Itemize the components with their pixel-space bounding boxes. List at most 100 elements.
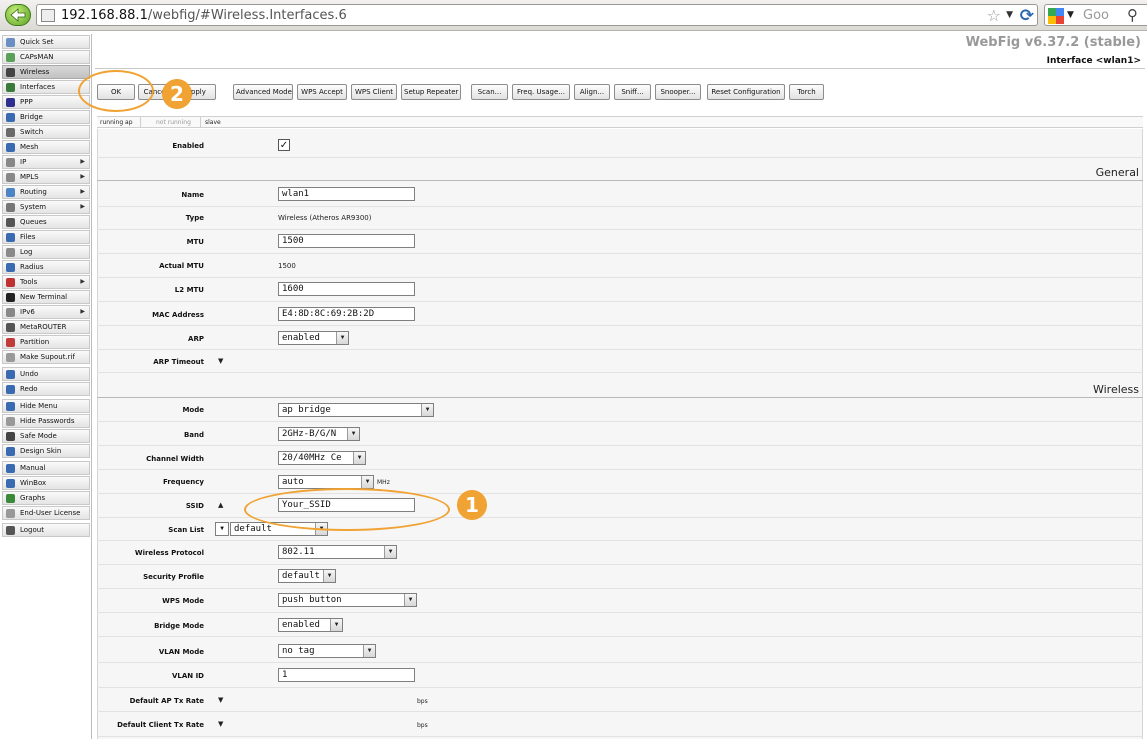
sidebar-item-label: IPv6 <box>20 308 35 316</box>
setup-repeater-button[interactable]: Setup Repeater <box>401 84 461 100</box>
sidebar-item-label: Switch <box>20 128 44 136</box>
scan-list-label: Scan List <box>168 526 204 534</box>
snooper-button[interactable]: Snooper... <box>655 84 701 100</box>
sidebar-item-system[interactable]: System ▶ <box>2 200 90 214</box>
freq-usage-button[interactable]: Freq. Usage... <box>512 84 570 100</box>
sidebar-item-log[interactable]: Log <box>2 245 90 259</box>
frequency-select[interactable]: auto ▼ <box>278 475 374 489</box>
mtu-input[interactable]: 1500 <box>278 234 415 248</box>
chevron-down-icon[interactable]: ▼ <box>323 570 335 582</box>
sidebar-item-files[interactable]: Files <box>2 230 90 244</box>
sidebar-item-mpls[interactable]: MPLS ▶ <box>2 170 90 184</box>
chevron-down-icon[interactable]: ▼ <box>421 404 433 416</box>
chevron-down-icon[interactable]: ▼ <box>220 525 224 532</box>
ssid-collapse-icon[interactable]: ▲ <box>218 501 223 509</box>
reload-icon[interactable]: ⟳ <box>1020 6 1034 26</box>
chevron-down-icon[interactable]: ▼ <box>353 452 365 464</box>
arp-timeout-expand-icon[interactable]: ▼ <box>218 357 223 365</box>
wps-client-button[interactable]: WPS Client <box>351 84 397 100</box>
sidebar-item-label: MPLS <box>20 173 39 181</box>
sidebar-item-bridge[interactable]: Bridge <box>2 110 90 124</box>
scan-list-mode-dropdown[interactable]: ▼ <box>215 522 229 536</box>
sniff-button[interactable]: Sniff... <box>614 84 651 100</box>
default-client-tx-rate-expand-icon[interactable]: ▼ <box>218 720 223 728</box>
sidebar-item-metarouter[interactable]: MetaROUTER <box>2 320 90 334</box>
sidebar-item-mesh[interactable]: Mesh <box>2 140 90 154</box>
sidebar-item-quick-set[interactable]: Quick Set <box>2 35 90 49</box>
sidebar-item-ipv6[interactable]: IPv6 ▶ <box>2 305 90 319</box>
sidebar-item-queues[interactable]: Queues <box>2 215 90 229</box>
sidebar-item-ip[interactable]: IP ▶ <box>2 155 90 169</box>
wps-accept-button[interactable]: WPS Accept <box>297 84 347 100</box>
sidebar-item-end-user-license[interactable]: End-User License <box>2 506 90 520</box>
sidebar-item-hide-passwords[interactable]: Hide Passwords <box>2 414 90 428</box>
sidebar-item-partition[interactable]: Partition <box>2 335 90 349</box>
arp-select[interactable]: enabled ▼ <box>278 331 349 345</box>
sidebar-item-radius[interactable]: Radius <box>2 260 90 274</box>
bookmark-star-icon[interactable]: ☆ <box>987 6 1001 25</box>
l2-mtu-input[interactable]: 1600 <box>278 282 415 296</box>
search-icon[interactable]: ⚲ <box>1127 6 1138 24</box>
chevron-down-icon[interactable]: ▼ <box>336 332 348 344</box>
sidebar-item-label: MetaROUTER <box>20 323 67 331</box>
band-select[interactable]: 2GHz-B/G/N ▼ <box>278 427 360 441</box>
mac-address-input[interactable]: E4:8D:8C:69:2B:2D <box>278 307 415 321</box>
search-engine-icon[interactable] <box>1048 8 1064 24</box>
mode-select[interactable]: ap bridge ▼ <box>278 403 434 417</box>
advanced-mode-button[interactable]: Advanced Mode <box>233 84 293 100</box>
sidebar-item-safe-mode[interactable]: Safe Mode <box>2 429 90 443</box>
search-bar[interactable]: ▼ Goo ⚲ <box>1044 4 1147 26</box>
back-button[interactable] <box>5 4 31 26</box>
sidebar-item-winbox[interactable]: WinBox <box>2 476 90 490</box>
sidebar-item-switch[interactable]: Switch <box>2 125 90 139</box>
sidebar-item-hide-menu[interactable]: Hide Menu <box>2 399 90 413</box>
wireless-protocol-label: Wireless Protocol <box>134 549 204 557</box>
sidebar-item-graphs[interactable]: Graphs <box>2 491 90 505</box>
chevron-down-icon[interactable]: ▼ <box>330 619 342 631</box>
sidebar-item-interfaces[interactable]: Interfaces <box>2 80 90 94</box>
sidebar-item-design-skin[interactable]: Design Skin <box>2 444 90 458</box>
chevron-down-icon[interactable]: ▼ <box>404 594 416 606</box>
default-ap-tx-rate-expand-icon[interactable]: ▼ <box>218 696 223 704</box>
reset-configuration-button[interactable]: Reset Configuration <box>707 84 785 100</box>
vlan-id-input[interactable]: 1 <box>278 668 415 682</box>
sidebar-item-tools[interactable]: Tools ▶ <box>2 275 90 289</box>
row-divider <box>97 349 1143 350</box>
chevron-down-icon[interactable]: ▼ <box>361 476 373 488</box>
bridge-mode-select[interactable]: enabled ▼ <box>278 618 343 632</box>
sidebar-item-logout[interactable]: Logout <box>2 523 90 537</box>
section-wireless-title: Wireless <box>1092 383 1139 396</box>
wps-mode-select[interactable]: push button ▼ <box>278 593 417 607</box>
align-button[interactable]: Align... <box>574 84 610 100</box>
sidebar-item-manual[interactable]: Manual <box>2 461 90 475</box>
sidebar-item-wireless[interactable]: Wireless <box>2 65 90 79</box>
name-input[interactable]: wlan1 <box>278 187 415 201</box>
sidebar-item-new-terminal[interactable]: New Terminal <box>2 290 90 304</box>
chevron-down-icon[interactable]: ▼ <box>363 645 375 657</box>
status-slave: slave <box>205 119 221 126</box>
sidebar-item-make-supout-rif[interactable]: Make Supout.rif <box>2 350 90 364</box>
row-divider <box>97 325 1143 326</box>
sidebar-item-routing[interactable]: Routing ▶ <box>2 185 90 199</box>
security-profile-select[interactable]: default ▼ <box>278 569 336 583</box>
sidebar-item-label: End-User License <box>20 509 81 517</box>
sidebar-item-undo[interactable]: Undo <box>2 367 90 381</box>
vlan-mode-select[interactable]: no tag ▼ <box>278 644 376 658</box>
chevron-down-icon[interactable]: ▼ <box>347 428 359 440</box>
search-engine-dropdown-icon[interactable]: ▼ <box>1067 10 1074 20</box>
sidebar-item-redo[interactable]: Redo <box>2 382 90 396</box>
sidebar-item-capsman[interactable]: CAPsMAN <box>2 50 90 64</box>
submenu-arrow-icon: ▶ <box>80 203 85 210</box>
wireless-protocol-select[interactable]: 802.11 ▼ <box>278 545 397 559</box>
frequency-select-value: auto <box>282 477 304 487</box>
address-bar[interactable]: 192.168.88.1/webfig/#Wireless.Interfaces… <box>36 4 1038 26</box>
submenu-arrow-icon: ▶ <box>80 308 85 315</box>
scan-button[interactable]: Scan... <box>471 84 508 100</box>
sidebar-item-ppp[interactable]: PPP <box>2 95 90 109</box>
enabled-checkbox[interactable]: ✓ <box>278 139 290 151</box>
row-divider <box>97 421 1143 422</box>
channel-width-select[interactable]: 20/40MHz Ce ▼ <box>278 451 366 465</box>
chevron-down-icon[interactable]: ▼ <box>384 546 396 558</box>
torch-button[interactable]: Torch <box>789 84 824 100</box>
url-dropdown-icon[interactable]: ▼ <box>1006 10 1013 20</box>
